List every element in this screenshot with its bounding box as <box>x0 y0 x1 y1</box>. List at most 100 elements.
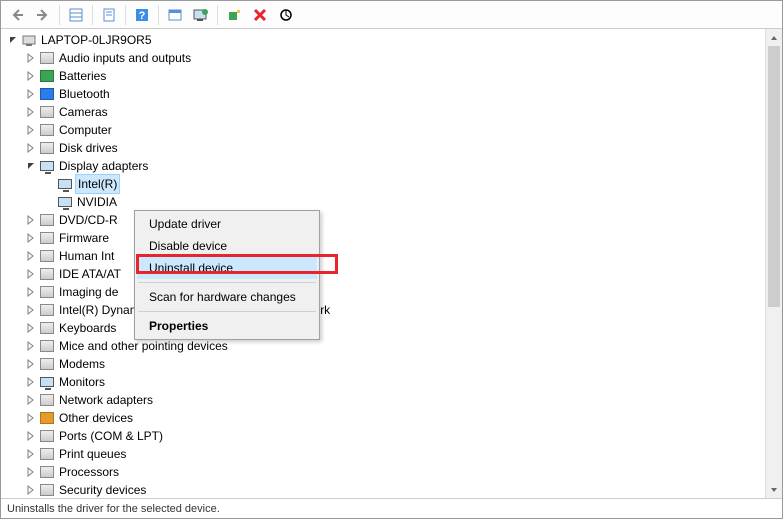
tree-item-label: LAPTOP-0LJR9OR5 <box>39 31 154 49</box>
show-hidden-button[interactable] <box>64 3 88 27</box>
expand-icon[interactable] <box>25 484 37 496</box>
device-category-icon <box>39 338 55 354</box>
tree-item-label: Monitors <box>57 373 107 391</box>
help-icon: ? <box>135 8 149 22</box>
expand-icon[interactable] <box>25 412 37 424</box>
tree-item-label: DVD/CD-R <box>57 211 120 229</box>
tree-item-label: Other devices <box>57 409 135 427</box>
expand-icon[interactable] <box>25 142 37 154</box>
expand-icon[interactable] <box>25 268 37 280</box>
tree-category[interactable]: Print queues <box>3 445 782 463</box>
properties-toolbar-button[interactable] <box>97 3 121 27</box>
expand-icon[interactable] <box>25 394 37 406</box>
action-button[interactable] <box>163 3 187 27</box>
tree-category[interactable]: Audio inputs and outputs <box>3 49 782 67</box>
expand-icon[interactable] <box>25 214 37 226</box>
expand-icon[interactable] <box>25 88 37 100</box>
tree-category[interactable]: Other devices <box>3 409 782 427</box>
expand-icon[interactable] <box>25 52 37 64</box>
grid-icon <box>69 8 83 22</box>
expand-icon[interactable] <box>25 70 37 82</box>
device-category-icon <box>39 356 55 372</box>
tree-item-label: Intel(R) <box>75 174 120 194</box>
scroll-up-button[interactable] <box>766 29 782 46</box>
expand-icon[interactable] <box>25 340 37 352</box>
device-tree[interactable]: LAPTOP-0LJR9OR5Audio inputs and outputsB… <box>1 29 782 498</box>
menu-update-driver[interactable]: Update driver <box>137 213 317 235</box>
scan-hardware-toolbar-button[interactable] <box>274 3 298 27</box>
device-category-icon <box>57 194 73 210</box>
expand-icon[interactable] <box>25 286 37 298</box>
update-driver-toolbar-button[interactable] <box>189 3 213 27</box>
tree-device[interactable]: Intel(R) <box>3 175 782 193</box>
tree-item-label: Human Int <box>57 247 116 265</box>
toolbar: ? <box>1 1 782 29</box>
add-legacy-button[interactable] <box>222 3 246 27</box>
scroll-thumb[interactable] <box>768 46 780 307</box>
tree-item-label: Ports (COM & LPT) <box>57 427 165 445</box>
tree-item-label: Display adapters <box>57 157 150 175</box>
expand-icon[interactable] <box>25 232 37 244</box>
tree-category[interactable]: Firmware <box>3 229 782 247</box>
back-button[interactable] <box>5 3 29 27</box>
expand-icon[interactable] <box>25 358 37 370</box>
expand-icon[interactable] <box>25 430 37 442</box>
uninstall-toolbar-button[interactable] <box>248 3 272 27</box>
tree-category[interactable]: Computer <box>3 121 782 139</box>
expand-icon[interactable] <box>25 448 37 460</box>
tree-category[interactable]: Disk drives <box>3 139 782 157</box>
tree-root[interactable]: LAPTOP-0LJR9OR5 <box>3 31 782 49</box>
forward-button[interactable] <box>31 3 55 27</box>
vertical-scrollbar[interactable] <box>765 29 782 498</box>
device-manager-window: ? LAPTOP-0LJR9OR5Audio inputs and output… <box>0 0 783 519</box>
tree-category[interactable]: Mice and other pointing devices <box>3 337 782 355</box>
tree-category[interactable]: Intel(R) Dynamic Platform and Thermal Fr… <box>3 301 782 319</box>
tree-category[interactable]: Imaging de <box>3 283 782 301</box>
scroll-down-button[interactable] <box>766 481 782 498</box>
tree-item-label: Print queues <box>57 445 128 463</box>
tree-category[interactable]: Keyboards <box>3 319 782 337</box>
tree-device[interactable]: NVIDIA <box>3 193 782 211</box>
tree-category[interactable]: Ports (COM & LPT) <box>3 427 782 445</box>
tree-category[interactable]: Batteries <box>3 67 782 85</box>
device-category-icon <box>39 284 55 300</box>
menu-properties[interactable]: Properties <box>137 315 317 337</box>
tree-item-label: Network adapters <box>57 391 155 409</box>
menu-disable-device[interactable]: Disable device <box>137 235 317 257</box>
device-category-icon <box>39 410 55 426</box>
device-category-icon <box>39 392 55 408</box>
tree-category[interactable]: Monitors <box>3 373 782 391</box>
expand-icon[interactable] <box>25 376 37 388</box>
menu-scan-hardware[interactable]: Scan for hardware changes <box>137 286 317 308</box>
tree-category[interactable]: Network adapters <box>3 391 782 409</box>
help-button[interactable]: ? <box>130 3 154 27</box>
tree-item-label: IDE ATA/AT <box>57 265 123 283</box>
tree-category[interactable]: Modems <box>3 355 782 373</box>
tree-category[interactable]: Bluetooth <box>3 85 782 103</box>
expand-icon[interactable] <box>25 106 37 118</box>
expand-icon[interactable] <box>25 124 37 136</box>
tree-category[interactable]: Security devices <box>3 481 782 498</box>
tree-category[interactable]: DVD/CD-R <box>3 211 782 229</box>
device-category-icon <box>39 428 55 444</box>
device-category-icon <box>39 50 55 66</box>
tree-category[interactable]: Processors <box>3 463 782 481</box>
expand-icon[interactable] <box>25 250 37 262</box>
tree-category[interactable]: Cameras <box>3 103 782 121</box>
expand-icon[interactable] <box>25 322 37 334</box>
menu-uninstall-device[interactable]: Uninstall device <box>137 257 317 279</box>
tree-category[interactable]: Human Int <box>3 247 782 265</box>
device-category-icon <box>39 320 55 336</box>
page-icon <box>102 8 116 22</box>
scroll-track[interactable] <box>766 46 782 481</box>
svg-text:?: ? <box>139 10 146 22</box>
main-pane: LAPTOP-0LJR9OR5Audio inputs and outputsB… <box>1 29 782 498</box>
collapse-icon[interactable] <box>7 34 19 46</box>
collapse-icon[interactable] <box>25 160 37 172</box>
tree-item-label: Imaging de <box>57 283 120 301</box>
expand-icon[interactable] <box>25 304 37 316</box>
toolbar-separator <box>217 5 218 25</box>
expand-icon[interactable] <box>25 466 37 478</box>
tree-category[interactable]: Display adapters <box>3 157 782 175</box>
tree-category[interactable]: IDE ATA/AT <box>3 265 782 283</box>
